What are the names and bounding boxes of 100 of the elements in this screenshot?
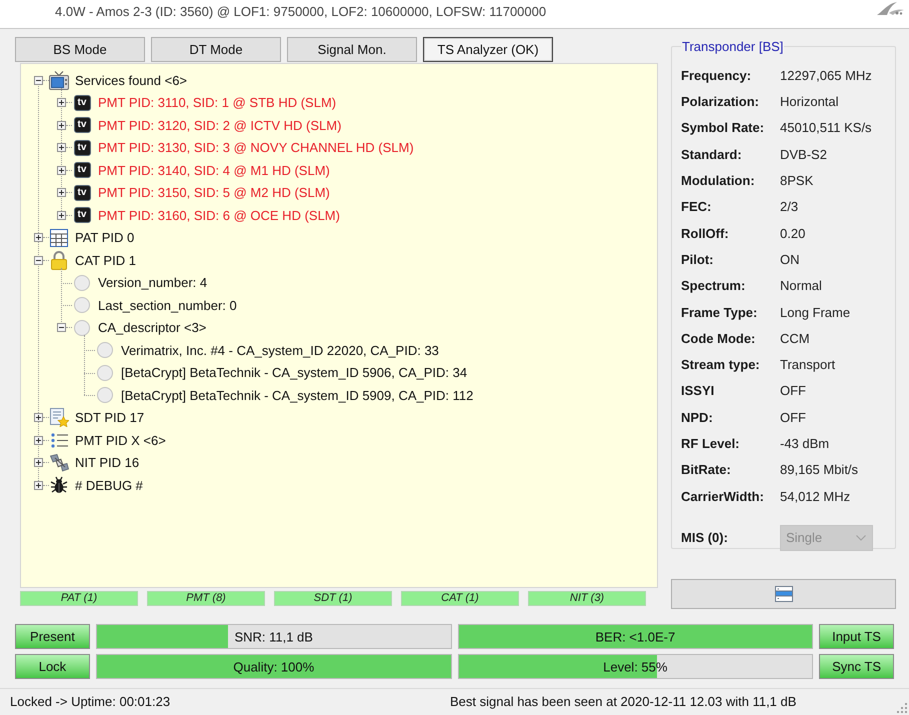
field-label: Polarization: [681, 93, 760, 112]
field-label: Modulation: [681, 172, 756, 190]
field-value: Long Frame [780, 304, 850, 322]
field-label: Frame Type: [681, 304, 758, 322]
tree-node-label[interactable]: NIT PID 16 [75, 453, 140, 472]
tv-tile: tv [74, 184, 90, 201]
tree-node-label[interactable]: Verimatrix, Inc. #4 - CA_system_ID 22020, CA_PID: 33 [121, 340, 439, 360]
meter-label: Quality: 100% [233, 658, 314, 676]
table-indicator: SDT (1) [274, 591, 392, 606]
field-value: Transport [780, 356, 836, 374]
field-label: Spectrum: [681, 277, 746, 296]
expand-toggle[interactable] [57, 120, 66, 130]
list-view-icon [774, 586, 792, 602]
status-indicator: Present [15, 624, 90, 649]
field-label: ISSYI [681, 382, 716, 400]
field-label: NPD: [681, 408, 714, 427]
tree-node-label[interactable]: [BetaCrypt] BetaTechnik - CA_system_ID 5906, CA_PID: 34 [121, 363, 468, 382]
field-label: Frequency: [681, 66, 752, 85]
circle-icon [74, 274, 90, 291]
tree-node-label[interactable]: PMT PID X <6> [75, 430, 166, 450]
field-value: Horizontal [780, 93, 839, 112]
tree-node-label[interactable]: PAT PID 0 [75, 228, 134, 248]
status-text: Locked -> Uptime: 00:01:23 [10, 694, 170, 709]
expand-toggle[interactable] [57, 166, 66, 175]
mode-tab[interactable]: DT Mode [151, 37, 281, 62]
mode-tab[interactable]: TS Analyzer (OK) [423, 37, 553, 62]
tree-node-label[interactable]: PMT PID: 3160, SID: 6 @ OCE HD (SLM) [98, 206, 340, 225]
chevron-down-icon [856, 534, 866, 541]
field-value: 2/3 [780, 198, 798, 216]
list-button[interactable] [671, 579, 896, 609]
field-value: 89,165 Mbit/s [780, 461, 858, 480]
header-title: 4.0W - Amos 2-3 (ID: 3560) @ LOF1: 9750000, LOF2: 10600000, LOFSW: 11700000 [55, 3, 546, 21]
field-value: Normal [780, 277, 822, 296]
group-title: Transponder [BS] [681, 38, 784, 56]
tv-tile: tv [74, 94, 90, 111]
circle-icon [97, 387, 113, 404]
tv-tile: tv [74, 207, 90, 224]
tree-node-label[interactable]: CAT PID 1 [75, 250, 136, 270]
tree-node-label[interactable]: CA_descriptor <3> [98, 318, 206, 338]
bullet-list-icon [50, 432, 68, 448]
status-text: Best signal has been seen at 2020-12-11 12.03 with 11,1 dB [450, 693, 796, 712]
tree-node-label[interactable]: Last_section_number: 0 [98, 296, 237, 315]
field-label: FEC: [681, 198, 712, 216]
field-label: Standard: [681, 146, 743, 164]
document-star-icon [50, 408, 68, 428]
status-indicator: Lock [15, 654, 90, 679]
field-label: Code Mode: [681, 330, 756, 348]
tree-node-label[interactable]: PMT PID: 3120, SID: 2 @ ICTV HD (SLM) [98, 116, 342, 135]
field-label: MIS (0): [681, 528, 729, 547]
field-value: OFF [780, 382, 806, 400]
field-value: ON [780, 250, 800, 269]
field-value: 54,012 MHz [780, 488, 850, 506]
field-value: 12297,065 MHz [780, 66, 872, 85]
expand-toggle[interactable] [34, 436, 43, 445]
tree-node-label[interactable]: Version_number: 4 [98, 273, 208, 292]
circle-icon [74, 320, 90, 336]
table-indicator: PAT (1) [20, 591, 138, 606]
tree-node-label[interactable]: Services found <6> [75, 70, 188, 90]
expand-toggle[interactable] [34, 458, 43, 468]
mode-tab[interactable]: BS Mode [15, 37, 145, 62]
field-label: Symbol Rate: [681, 119, 766, 138]
expand-toggle[interactable] [34, 480, 43, 490]
tree-node-label[interactable]: [BetaCrypt] BetaTechnik - CA_system_ID 5909, CA_PID: 112 [121, 386, 474, 405]
table-icon [50, 228, 68, 247]
television-icon [49, 70, 69, 90]
collapse-toggle[interactable] [34, 76, 43, 85]
tv-tile: tv [74, 162, 90, 178]
expand-toggle[interactable] [57, 98, 66, 108]
tree-node-label[interactable]: PMT PID: 3130, SID: 3 @ NOVY CHANNEL HD (SLM) [98, 138, 414, 158]
collapse-toggle[interactable] [34, 256, 43, 265]
expand-toggle[interactable] [57, 210, 66, 220]
logo-icon [875, 1, 905, 16]
field-label: RollOff: [681, 224, 730, 243]
expand-toggle[interactable] [57, 143, 66, 152]
field-label: CarrierWidth: [681, 488, 765, 506]
status-indicator: Sync TS [819, 654, 894, 679]
field-label: RF Level: [681, 435, 741, 454]
field-value: OFF [780, 408, 806, 427]
status-indicator: Input TS [819, 624, 894, 649]
field-value: 45010,511 KS/s [780, 119, 872, 138]
tree-node-label[interactable]: PMT PID: 3110, SID: 1 @ STB HD (SLM) [98, 93, 336, 112]
expand-toggle[interactable] [34, 233, 43, 242]
field-label: Stream type: [681, 356, 761, 374]
bug-icon [50, 476, 68, 494]
field-value: 0.20 [780, 224, 806, 243]
table-indicator: NIT (3) [528, 591, 646, 606]
collapse-toggle[interactable] [57, 323, 66, 332]
resize-grip-icon [897, 703, 907, 713]
meter-label: SNR: 11,1 dB [234, 628, 313, 646]
mode-tab[interactable]: Signal Mon. [287, 37, 417, 62]
table-indicator: CAT (1) [401, 591, 519, 606]
tree-node-label[interactable]: PMT PID: 3150, SID: 5 @ M2 HD (SLM) [98, 183, 330, 202]
tree-node-label[interactable]: PMT PID: 3140, SID: 4 @ M1 HD (SLM) [98, 160, 330, 180]
field-label: BitRate: [681, 461, 732, 480]
expand-toggle[interactable] [34, 413, 43, 422]
tree-node-label[interactable]: SDT PID 17 [75, 408, 144, 428]
field-value: CCM [780, 330, 810, 348]
expand-toggle[interactable] [57, 188, 66, 198]
tree-node-label[interactable]: # DEBUG # [75, 476, 143, 495]
field-value: 8PSK [780, 172, 814, 190]
